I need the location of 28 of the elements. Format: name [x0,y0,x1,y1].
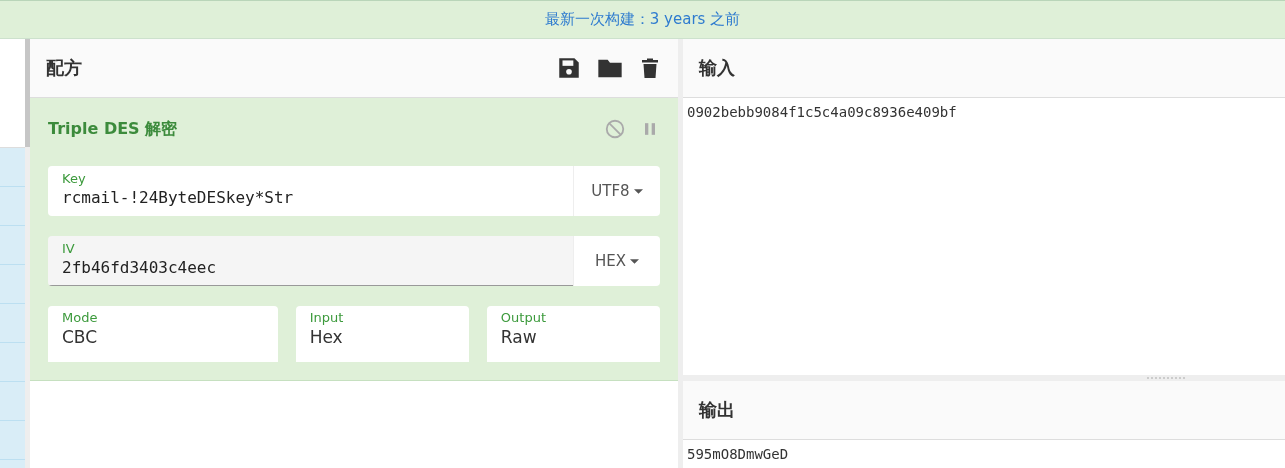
banner-text: 最新一次构建：3 years 之前 [544,10,741,29]
field-label: Key [62,171,87,186]
field-label: Output [500,310,547,325]
option-field[interactable]: Input Hex [295,306,469,362]
recipe-title: 配方 [46,56,82,80]
field-label: Input [309,310,345,325]
encoding-dropdown[interactable]: UTF8 [573,166,660,216]
field-value: Raw [500,327,538,347]
scrollbar-thumb[interactable] [25,39,30,147]
operation-title: Triple DES 解密 [48,118,178,140]
text-field[interactable]: IV 2fb46fd3403c4eec [48,236,573,286]
caret-icon [633,188,643,194]
encoding-dropdown[interactable]: HEX [573,236,660,286]
input-title: 输入 [699,56,735,80]
caret-icon [630,258,639,264]
field-value: 2fb46fd3403c4eec [62,258,218,277]
field-value: rcmail-!24ByteDESkey*Str [62,188,295,207]
output-title: 输出 [699,398,735,422]
field-value: Hex [309,327,344,347]
save-icon[interactable] [556,55,582,81]
option-field[interactable]: Mode CBC [48,306,278,362]
resize-handle[interactable] [1147,377,1185,379]
text-field[interactable]: Key rcmail-!24ByteDESkey*Str [48,166,573,216]
field-value: CBC [62,327,99,347]
field-label: IV [62,241,76,256]
option-field[interactable]: Output Raw [486,306,660,362]
field-label: Mode [62,310,99,325]
disable-icon[interactable] [604,118,626,140]
